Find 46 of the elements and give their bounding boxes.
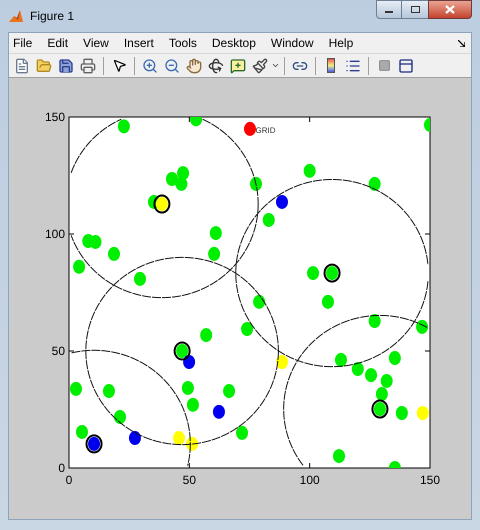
x-tick-label: 150	[420, 473, 440, 487]
hide-plot-tools-icon[interactable]	[378, 59, 390, 72]
menu-item[interactable]: Edit	[47, 34, 68, 52]
tick-mark	[188, 116, 190, 122]
print-icon[interactable]	[80, 58, 96, 74]
x-tick-label: 100	[300, 473, 320, 487]
data-cursor-icon[interactable]	[230, 58, 246, 74]
menu-item[interactable]: Help	[328, 34, 354, 52]
legend-icon[interactable]	[345, 58, 361, 74]
tick-mark	[68, 350, 74, 352]
menu-item[interactable]: Desktop	[212, 34, 256, 52]
pan-hand-icon[interactable]	[186, 58, 202, 74]
zoom-in-icon[interactable]	[142, 58, 158, 74]
maximize-button[interactable]	[402, 0, 428, 19]
close-button[interactable]	[428, 0, 472, 19]
brush-icon[interactable]	[252, 58, 268, 74]
point-label: GRID	[256, 126, 276, 135]
tick-mark	[309, 116, 310, 122]
menu-item[interactable]: Tools	[168, 34, 197, 52]
open-folder-icon[interactable]	[36, 58, 52, 74]
y-tick-label: 50	[52, 344, 65, 358]
close-icon	[445, 5, 455, 14]
menu-item[interactable]: Insert	[124, 34, 154, 52]
y-tick-label: 100	[44, 227, 65, 241]
menu-item[interactable]: File	[13, 34, 32, 52]
save-icon[interactable]	[58, 58, 74, 74]
zoom-out-icon[interactable]	[164, 58, 180, 74]
app-icon	[8, 8, 24, 24]
x-tick-label: 50	[182, 473, 196, 487]
pointer-icon[interactable]	[112, 58, 126, 73]
show-plot-tools-icon[interactable]	[398, 58, 414, 74]
y-tick-label: 150	[44, 110, 65, 124]
minimize-button[interactable]	[376, 0, 402, 19]
colorbar-icon[interactable]	[327, 58, 335, 73]
tick-mark	[188, 462, 190, 468]
new-file-icon[interactable]	[14, 58, 30, 74]
dock-arrow-icon[interactable]	[458, 40, 465, 46]
y-tick-label: 0	[58, 461, 65, 475]
caret-icon[interactable]	[271, 61, 280, 70]
x-tick-label: 0	[66, 473, 72, 487]
menu-item[interactable]: View	[83, 34, 109, 52]
rotate-icon[interactable]	[208, 58, 224, 74]
tick-mark	[424, 350, 430, 352]
menu-item[interactable]: Window	[270, 34, 314, 52]
window-title: Figure 1	[30, 8, 74, 25]
tick-mark	[309, 462, 310, 468]
